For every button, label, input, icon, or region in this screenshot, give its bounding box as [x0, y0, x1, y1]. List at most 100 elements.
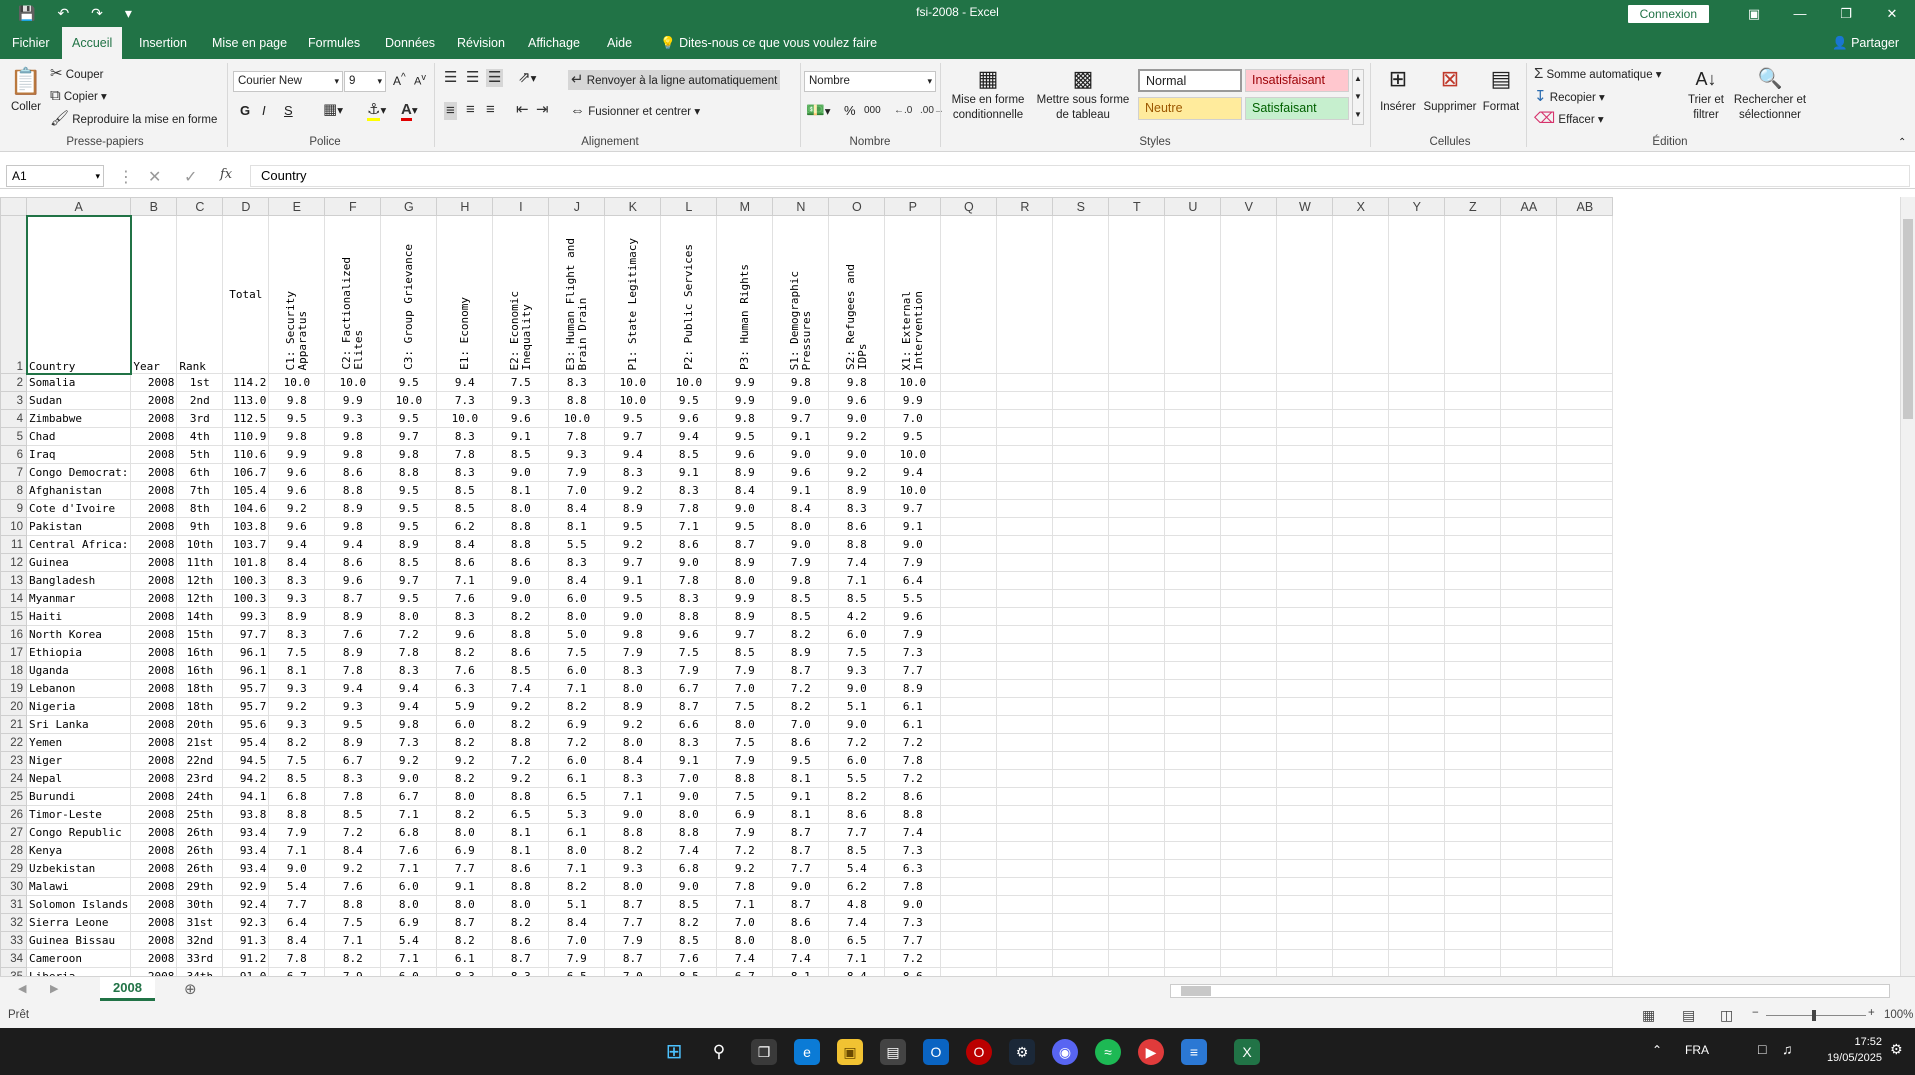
cell[interactable]: 113.0 [222, 391, 270, 410]
cell[interactable]: 10.0 [548, 409, 606, 428]
cell[interactable] [1220, 427, 1278, 446]
column-header[interactable]: R [996, 197, 1054, 216]
row-header[interactable]: 31 [0, 895, 27, 914]
cell[interactable]: 7.5 [660, 643, 718, 662]
cell[interactable]: 9.0 [492, 571, 550, 590]
increase-decimal-button[interactable]: ←.0 [894, 103, 912, 119]
cell[interactable]: 8.3 [548, 373, 606, 392]
cell[interactable]: Liberia [25, 967, 132, 976]
cell[interactable] [940, 697, 998, 716]
cell[interactable]: 9.3 [324, 697, 382, 716]
cell[interactable] [1556, 931, 1614, 950]
cell[interactable]: Malawi [25, 877, 132, 896]
cell[interactable]: 8.3 [660, 589, 718, 608]
wrap-text-button[interactable]: ↵ Renvoyer à la ligne automatiquement [568, 70, 781, 90]
cell[interactable]: 2008 [130, 805, 178, 824]
cell[interactable]: 7.5 [492, 373, 550, 392]
cell[interactable] [940, 823, 998, 842]
cell[interactable]: 93.4 [222, 823, 270, 842]
header-cell[interactable] [1444, 215, 1502, 374]
cell[interactable]: 7.0 [548, 931, 606, 950]
cell[interactable]: 8.4 [268, 931, 326, 950]
cell[interactable] [1500, 715, 1558, 734]
cell[interactable]: 9.0 [660, 787, 718, 806]
cell[interactable] [1052, 517, 1110, 536]
excel-icon[interactable]: X [1234, 1039, 1260, 1065]
cell[interactable]: 8.6 [772, 733, 830, 752]
cell[interactable]: 8.0 [380, 607, 438, 626]
cell[interactable] [1388, 913, 1446, 932]
cell[interactable] [1052, 679, 1110, 698]
cell[interactable] [1108, 769, 1166, 788]
cell[interactable]: 6.1 [548, 823, 606, 842]
cell[interactable]: 8.7 [604, 895, 662, 914]
cell[interactable]: 26th [176, 841, 224, 860]
select-all-corner[interactable] [0, 197, 27, 216]
cell[interactable]: 8.5 [772, 607, 830, 626]
cell[interactable]: 6.1 [436, 949, 494, 968]
cell[interactable]: 7.1 [380, 859, 438, 878]
cell[interactable] [1388, 535, 1446, 554]
cell[interactable]: 2008 [130, 949, 178, 968]
cell[interactable]: 6.5 [828, 931, 886, 950]
header-cell[interactable]: Country [25, 214, 132, 375]
tab-donnees[interactable]: Données [375, 27, 445, 59]
cell[interactable]: 9.0 [716, 499, 774, 518]
cell[interactable]: 10th [176, 535, 224, 554]
cell[interactable] [996, 679, 1054, 698]
cell[interactable]: 2008 [130, 607, 178, 626]
cell[interactable]: 9.5 [324, 715, 382, 734]
cell[interactable]: 95.7 [222, 679, 270, 698]
cell[interactable]: 9.7 [716, 625, 774, 644]
cell[interactable]: 18th [176, 697, 224, 716]
cell[interactable] [1108, 805, 1166, 824]
cell[interactable]: 7.5 [548, 643, 606, 662]
cell[interactable]: 9.8 [380, 445, 438, 464]
cell[interactable]: 7.5 [716, 787, 774, 806]
cell[interactable] [1220, 409, 1278, 428]
cell[interactable]: 9.1 [772, 787, 830, 806]
cell[interactable]: 8.5 [436, 499, 494, 518]
cell[interactable]: 2008 [130, 643, 178, 662]
cell[interactable] [996, 913, 1054, 932]
cell[interactable]: 9.0 [604, 805, 662, 824]
cell[interactable] [940, 895, 998, 914]
cell[interactable]: 7.8 [716, 877, 774, 896]
cell[interactable] [1276, 607, 1334, 626]
cell[interactable] [1108, 445, 1166, 464]
cell[interactable]: 100.3 [222, 589, 270, 608]
cell[interactable] [1220, 391, 1278, 410]
cell[interactable]: 7.7 [772, 859, 830, 878]
cell[interactable] [1388, 967, 1446, 976]
cell[interactable]: 7.7 [828, 823, 886, 842]
cell[interactable]: 8.5 [492, 445, 550, 464]
cell[interactable] [996, 517, 1054, 536]
row-header[interactable]: 29 [0, 859, 27, 878]
cell[interactable] [1332, 895, 1390, 914]
cell[interactable] [1052, 625, 1110, 644]
column-header[interactable]: M [716, 197, 774, 216]
cell[interactable]: 8.0 [716, 571, 774, 590]
cell[interactable]: 7.2 [380, 625, 438, 644]
cell[interactable]: 9.5 [604, 589, 662, 608]
cell[interactable]: 8.6 [884, 967, 942, 976]
cell[interactable] [940, 841, 998, 860]
cell[interactable]: 7.3 [436, 391, 494, 410]
cell[interactable] [996, 427, 1054, 446]
cell[interactable]: 6.1 [884, 697, 942, 716]
cell[interactable]: 6.0 [436, 715, 494, 734]
cell[interactable] [1220, 733, 1278, 752]
cell[interactable] [1332, 841, 1390, 860]
cell[interactable]: 7.8 [660, 499, 718, 518]
cell[interactable]: 10.0 [884, 445, 942, 464]
cell[interactable]: Burundi [25, 787, 132, 806]
cell[interactable] [1556, 841, 1614, 860]
cell[interactable] [1052, 661, 1110, 680]
cell[interactable]: 8.0 [660, 805, 718, 824]
cell[interactable] [1164, 607, 1222, 626]
cell[interactable] [1052, 913, 1110, 932]
cell[interactable] [1444, 661, 1502, 680]
cell[interactable]: 8.8 [324, 895, 382, 914]
row-header[interactable]: 27 [0, 823, 27, 842]
cell[interactable]: 7.1 [380, 949, 438, 968]
